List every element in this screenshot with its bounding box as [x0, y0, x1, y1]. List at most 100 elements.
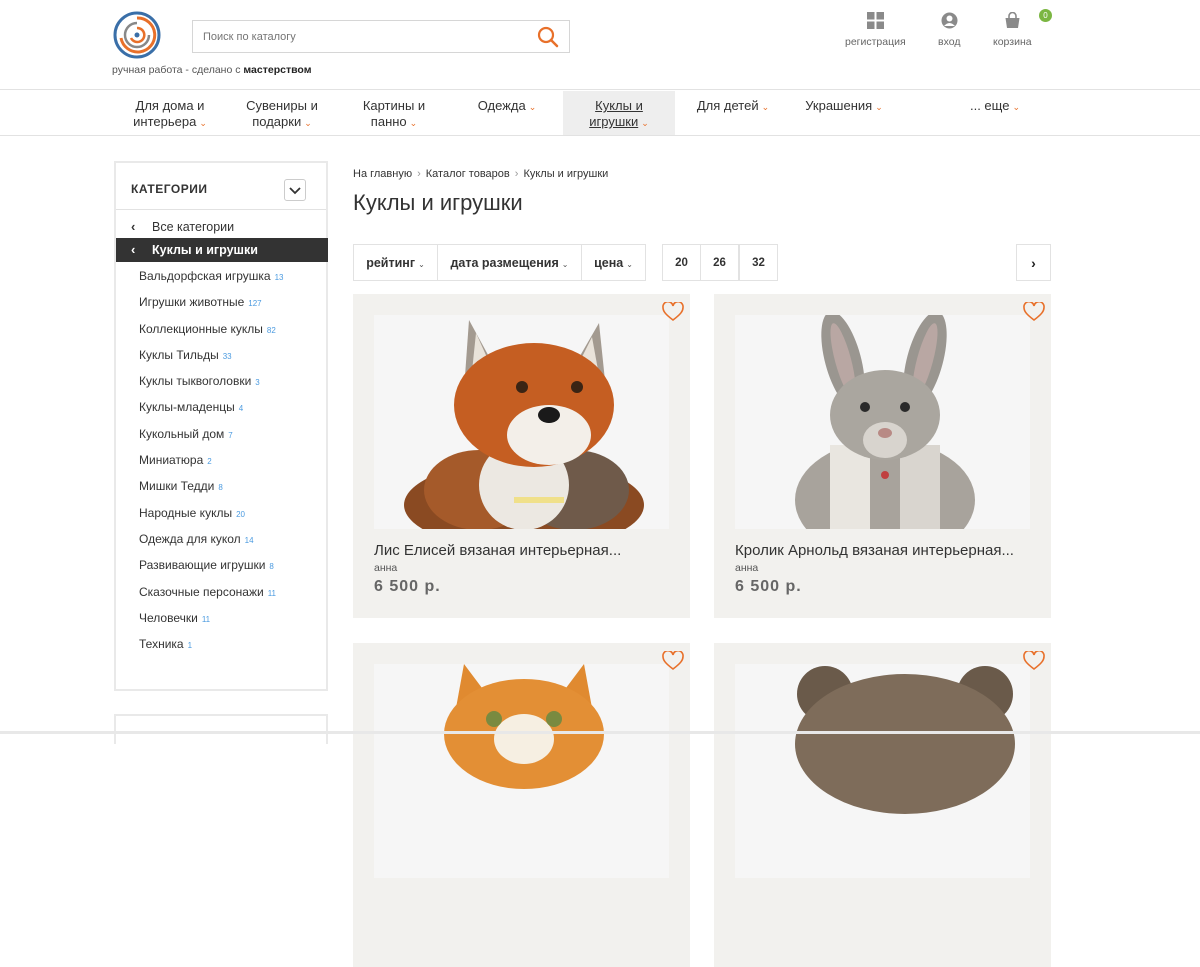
count-badge: 4 [238, 404, 244, 414]
subcategory-item[interactable]: Сказочные персонажи 11 [139, 585, 284, 611]
product-image[interactable] [374, 315, 669, 529]
heart-icon[interactable] [662, 651, 684, 671]
sidebar-second-block [114, 714, 328, 744]
next-page-button[interactable]: › [1016, 244, 1051, 281]
subcategory-label: Куклы-младенцы [139, 400, 235, 415]
cat-toy-image [374, 664, 669, 878]
user-icon [941, 12, 958, 29]
subcategory-item[interactable]: Куклы Тильды 33 [139, 348, 284, 374]
nav-label: Сувениры и [246, 98, 318, 113]
subcategory-item[interactable]: Игрушки животные 127 [139, 295, 284, 321]
heart-icon[interactable] [1023, 302, 1045, 322]
nav-paintings[interactable]: Картины и панно ⌄ [344, 91, 444, 135]
subcategory-label: Человечки [139, 610, 198, 625]
bear-toy-image [735, 664, 1030, 878]
subcategory-item[interactable]: Техника 1 [139, 637, 284, 663]
subcategory-item[interactable]: Человечки 11 [139, 611, 284, 637]
subcategory-item[interactable]: Миниатюра 2 [139, 453, 284, 479]
search-icon[interactable] [537, 26, 559, 48]
product-image[interactable] [735, 315, 1030, 529]
sidebar-header: КАТЕГОРИИ [116, 163, 326, 210]
heart-icon[interactable] [662, 302, 684, 322]
logo[interactable] [112, 10, 162, 60]
subcategory-item[interactable]: Куклы тыквоголовки 3 [139, 374, 284, 400]
register-button[interactable]: регистрация [845, 12, 906, 48]
product-name[interactable]: Кролик Арнольд вязаная интерьерная... [735, 542, 1014, 559]
nav-dolls-toys[interactable]: Куклы и игрушки ⌄ [563, 91, 675, 135]
register-label: регистрация [845, 36, 906, 48]
sidebar-title: КАТЕГОРИИ [131, 182, 208, 196]
subcategory-item[interactable]: Народные куклы 20 [139, 506, 284, 532]
count-badge: 8 [269, 562, 274, 572]
chevron-down-icon: ⌄ [528, 102, 537, 112]
chevron-right-icon: › [514, 168, 519, 180]
product-author[interactable]: анна [735, 562, 758, 574]
category-sidebar: КАТЕГОРИИ ‹ Все категории ‹ Куклы и игру… [114, 161, 328, 691]
subcategory-item[interactable]: Мишки Тедди 8 [139, 479, 284, 505]
sort-price-button[interactable]: цена ⌄ [581, 244, 646, 281]
nav-label: Одежда [477, 98, 526, 113]
product-card[interactable] [714, 643, 1051, 967]
count-badge: 13 [274, 273, 284, 282]
sidebar-item-all-categories[interactable]: ‹ Все категории [116, 218, 326, 236]
count-badge: 20 [236, 509, 245, 519]
subcategory-item[interactable]: Коллекционные куклы 82 [139, 322, 284, 348]
search-input[interactable] [201, 21, 521, 52]
heart-icon[interactable] [1023, 651, 1045, 671]
nav-clothing[interactable]: Одежда ⌄ [457, 91, 557, 135]
breadcrumb-current: Куклы и игрушки [523, 168, 609, 180]
login-button[interactable]: вход [938, 12, 960, 48]
chevron-down-icon: ⌄ [626, 260, 633, 269]
subcategory-label: Мишки Тедди [139, 479, 215, 494]
product-card[interactable]: Кролик Арнольд вязаная интерьерная... ан… [714, 294, 1051, 618]
nav-souvenirs[interactable]: Сувениры и подарки ⌄ [232, 91, 332, 135]
subcategory-label: Развивающие игрушки [139, 558, 266, 573]
product-image[interactable] [735, 664, 1030, 878]
subcategory-item[interactable]: Кукольный дом 7 [139, 427, 284, 453]
per-page-32[interactable]: 32 [739, 244, 778, 281]
nav-label: Картины и [362, 98, 426, 113]
nav-more[interactable]: ... еще ⌄ [945, 91, 1045, 135]
per-page-26[interactable]: 26 [700, 244, 739, 281]
subcategory-label: Коллекционные куклы [139, 321, 263, 336]
count-badge: 33 [222, 351, 232, 361]
count-badge: 11 [201, 614, 211, 624]
per-page-20[interactable]: 20 [662, 244, 701, 281]
sidebar-item-active[interactable]: ‹ Куклы и игрушки [116, 238, 328, 262]
product-card[interactable]: Лис Елисей вязаная интерьерная... анна 6… [353, 294, 690, 618]
subcategory-label: Кукольный дом [139, 426, 225, 441]
subcategory-item[interactable]: Развивающие игрушки 8 [139, 558, 284, 584]
subcategory-item[interactable]: Куклы-младенцы 4 [139, 400, 284, 426]
nav-kids[interactable]: Для детей ⌄ [683, 91, 783, 135]
subcategory-item[interactable]: Вальдорфская игрушка 13 [139, 269, 284, 295]
nav-label: Для дома и [135, 98, 205, 113]
count-badge: 11 [267, 588, 277, 598]
product-author[interactable]: анна [374, 562, 397, 574]
login-label: вход [938, 36, 961, 48]
chevron-down-icon: ⌄ [409, 118, 418, 128]
chevron-left-icon: ‹ [131, 219, 136, 234]
breadcrumb-link-catalog[interactable]: Каталог товаров [426, 168, 510, 180]
chevron-down-icon: ⌄ [561, 260, 569, 269]
chevron-right-icon: › [417, 168, 421, 180]
count-badge: 8 [218, 483, 223, 493]
cart-button[interactable]: корзина [993, 11, 1032, 48]
subcategory-list: Вальдорфская игрушка 13 Игрушки животные 1… [139, 269, 284, 663]
nav-label: интерьера [133, 114, 197, 129]
nav-home-interior[interactable]: Для дома и интерьера ⌄ [120, 91, 220, 135]
subcategory-item[interactable]: Одежда для кукол 14 [139, 532, 284, 558]
breadcrumb-link-home[interactable]: На главную [353, 168, 412, 180]
search-box[interactable] [192, 20, 570, 53]
nav-jewelry[interactable]: Украшения ⌄ [794, 91, 894, 135]
product-image[interactable] [374, 664, 669, 878]
product-name[interactable]: Лис Елисей вязаная интерьерная... [374, 542, 621, 559]
chevron-down-icon: ⌄ [875, 102, 883, 112]
sort-label: дата размещения [450, 256, 559, 270]
sort-rating-button[interactable]: рейтинг ⌄ [353, 244, 438, 281]
sort-date-button[interactable]: дата размещения ⌄ [437, 244, 582, 281]
sidebar-toggle-button[interactable] [284, 179, 306, 201]
subcategory-label: Миниатюра [139, 453, 204, 468]
product-price: 6 500 р. [374, 578, 441, 595]
product-card[interactable] [353, 643, 690, 967]
page-title: Куклы и игрушки [353, 190, 523, 215]
